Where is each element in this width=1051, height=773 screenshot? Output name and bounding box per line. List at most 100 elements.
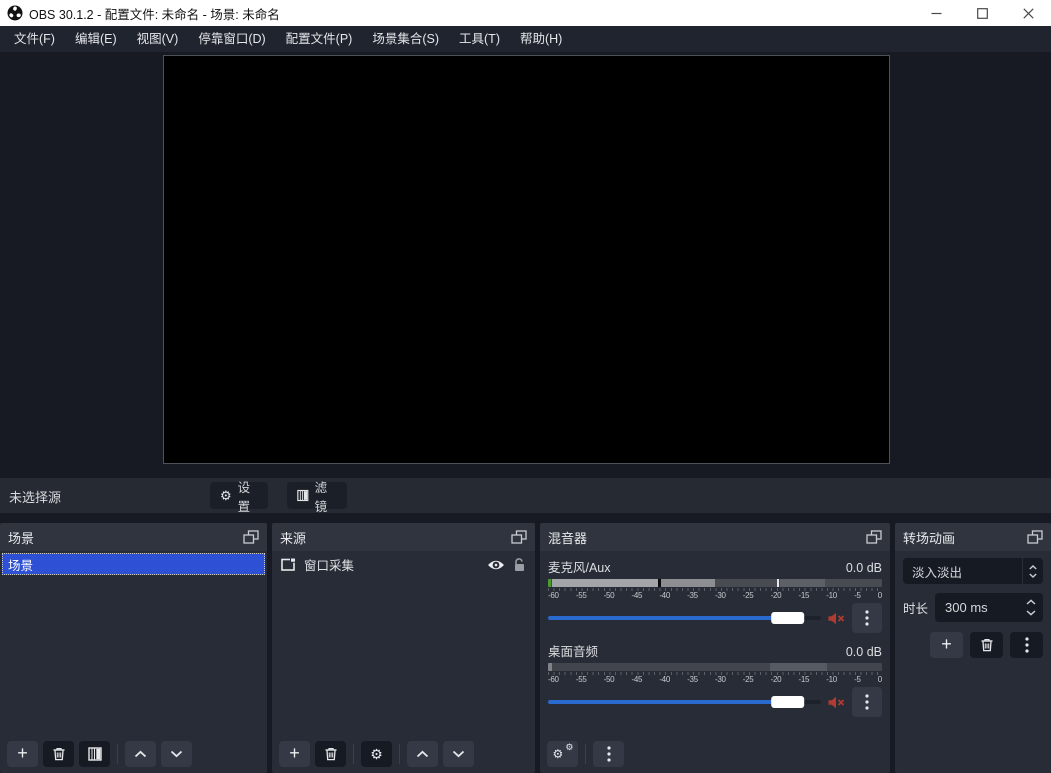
add-scene-button[interactable]: + (7, 741, 38, 767)
advanced-audio-button[interactable]: ⚙⚙ (547, 741, 578, 767)
muted-speaker-icon[interactable] (828, 612, 845, 625)
plus-icon: + (941, 635, 952, 653)
toolbar-separator (585, 744, 586, 764)
menu-profile[interactable]: 配置文件(P) (276, 26, 363, 52)
meter-scale-label: -60 (548, 675, 559, 684)
source-context-bar: 未选择源 ⚙ 设置 滤镜 (0, 478, 1051, 513)
transitions-panel: 转场动画 淡入淡出 时长 300 ms (895, 523, 1051, 773)
source-name: 窗口采集 (304, 555, 354, 574)
minimize-button[interactable] (913, 0, 959, 26)
dock-area: 场景 场景 + 来源 (0, 523, 1051, 773)
meter-scale-label: -20 (771, 591, 782, 600)
menu-scene-collection[interactable]: 场景集合(S) (362, 26, 449, 52)
lock-open-icon[interactable] (513, 558, 526, 572)
gear-icon: ⚙ (220, 489, 232, 502)
volume-slider[interactable] (548, 695, 821, 709)
vertical-dots-icon (1025, 637, 1029, 653)
duration-value: 300 ms (935, 600, 988, 615)
meter-scale-labels: -60-55-50-45-40-35-30-25-20-15-10-50 (548, 675, 882, 684)
menu-file[interactable]: 文件(F) (4, 26, 65, 52)
popout-icon[interactable] (866, 530, 882, 544)
channel-menu-button[interactable] (852, 687, 882, 717)
popout-icon[interactable] (243, 530, 259, 544)
mixer-panel-header[interactable]: 混音器 (540, 523, 890, 551)
meter-scale-label: -35 (687, 591, 698, 600)
meter-scale-label: -45 (631, 675, 642, 684)
meter-scale-label: 0 (878, 591, 882, 600)
scenes-panel-header[interactable]: 场景 (0, 523, 267, 551)
spinner-arrows[interactable] (1021, 599, 1043, 616)
popout-icon[interactable] (511, 530, 527, 544)
source-properties-button[interactable]: ⚙ (361, 741, 392, 767)
plus-icon: + (289, 744, 300, 762)
scene-filters-button[interactable] (79, 741, 110, 767)
vertical-dots-icon (865, 694, 869, 710)
meter-scale-label: -40 (659, 591, 670, 600)
volume-meter (548, 663, 882, 671)
popout-icon[interactable] (1027, 530, 1043, 544)
menubar: 文件(F) 编辑(E) 视图(V) 停靠窗口(D) 配置文件(P) 场景集合(S… (0, 26, 1051, 52)
scene-up-button[interactable] (125, 741, 156, 767)
add-source-button[interactable]: + (279, 741, 310, 767)
meter-scale-label: -5 (854, 675, 861, 684)
meter-scale-label: -55 (576, 591, 587, 600)
chevron-up-icon (416, 750, 429, 758)
meter-scale-label: -45 (631, 591, 642, 600)
toolbar-separator (399, 744, 400, 764)
transitions-panel-header[interactable]: 转场动画 (895, 523, 1051, 551)
chevron-down-icon (1026, 610, 1036, 616)
transition-duration-spinner[interactable]: 300 ms (935, 593, 1043, 622)
source-down-button[interactable] (443, 741, 474, 767)
remove-source-button[interactable] (315, 741, 346, 767)
remove-transition-button[interactable] (970, 632, 1003, 658)
channel-name: 麦克风/Aux (548, 557, 611, 576)
duration-label: 时长 (903, 598, 928, 617)
volume-slider[interactable] (548, 611, 821, 625)
menu-help[interactable]: 帮助(H) (510, 26, 572, 52)
channel-db-value: 0.0 dB (846, 645, 882, 659)
meter-scale-label: -15 (798, 675, 809, 684)
visibility-eye-icon[interactable] (487, 559, 505, 571)
source-properties-button[interactable]: ⚙ 设置 (210, 482, 268, 509)
source-list: 窗口采集 (272, 551, 535, 740)
menu-docks[interactable]: 停靠窗口(D) (188, 26, 275, 52)
sources-panel: 来源 窗口采集 (272, 523, 535, 773)
source-list-item[interactable]: 窗口采集 (272, 551, 535, 578)
menu-view[interactable]: 视图(V) (127, 26, 189, 52)
meter-scale-label: -40 (659, 675, 670, 684)
menu-edit[interactable]: 编辑(E) (65, 26, 127, 52)
meter-scale-labels: -60-55-50-45-40-35-30-25-20-15-10-50 (548, 591, 882, 600)
maximize-button[interactable] (959, 0, 1005, 26)
source-up-button[interactable] (407, 741, 438, 767)
vertical-dots-icon (865, 610, 869, 626)
transition-menu-button[interactable] (1010, 632, 1043, 658)
obs-logo-icon (7, 5, 23, 21)
meter-scale-label: -60 (548, 591, 559, 600)
chevron-up-icon (134, 750, 147, 758)
audio-mixer-panel: 混音器 麦克风/Aux 0.0 dB (540, 523, 890, 773)
preview-region (0, 52, 1051, 478)
preview-canvas[interactable] (163, 55, 890, 464)
window-controls (913, 0, 1051, 26)
source-filters-button[interactable]: 滤镜 (287, 482, 347, 509)
meter-scale-label: -55 (576, 675, 587, 684)
remove-scene-button[interactable] (43, 741, 74, 767)
mixer-channel-desktop: 桌面音频 0.0 dB -60-55-50-45-40-35-30-25-20-… (548, 641, 882, 717)
menu-tools[interactable]: 工具(T) (449, 26, 510, 52)
gear-icon: ⚙ (370, 747, 383, 761)
sources-panel-header[interactable]: 来源 (272, 523, 535, 551)
close-icon (1023, 8, 1034, 19)
channel-menu-button[interactable] (852, 603, 882, 633)
transition-select[interactable]: 淡入淡出 (903, 558, 1043, 584)
volume-slider-handle[interactable] (771, 696, 804, 708)
mixer-menu-button[interactable] (593, 741, 624, 767)
close-button[interactable] (1005, 0, 1051, 26)
double-gear-icon: ⚙⚙ (554, 746, 572, 762)
muted-speaker-icon[interactable] (828, 696, 845, 709)
source-filters-label: 滤镜 (315, 477, 337, 515)
add-transition-button[interactable]: + (930, 632, 963, 658)
scene-list-item[interactable]: 场景 (2, 553, 265, 575)
scene-down-button[interactable] (161, 741, 192, 767)
volume-slider-handle[interactable] (771, 612, 804, 624)
scene-list: 场景 (0, 551, 267, 740)
